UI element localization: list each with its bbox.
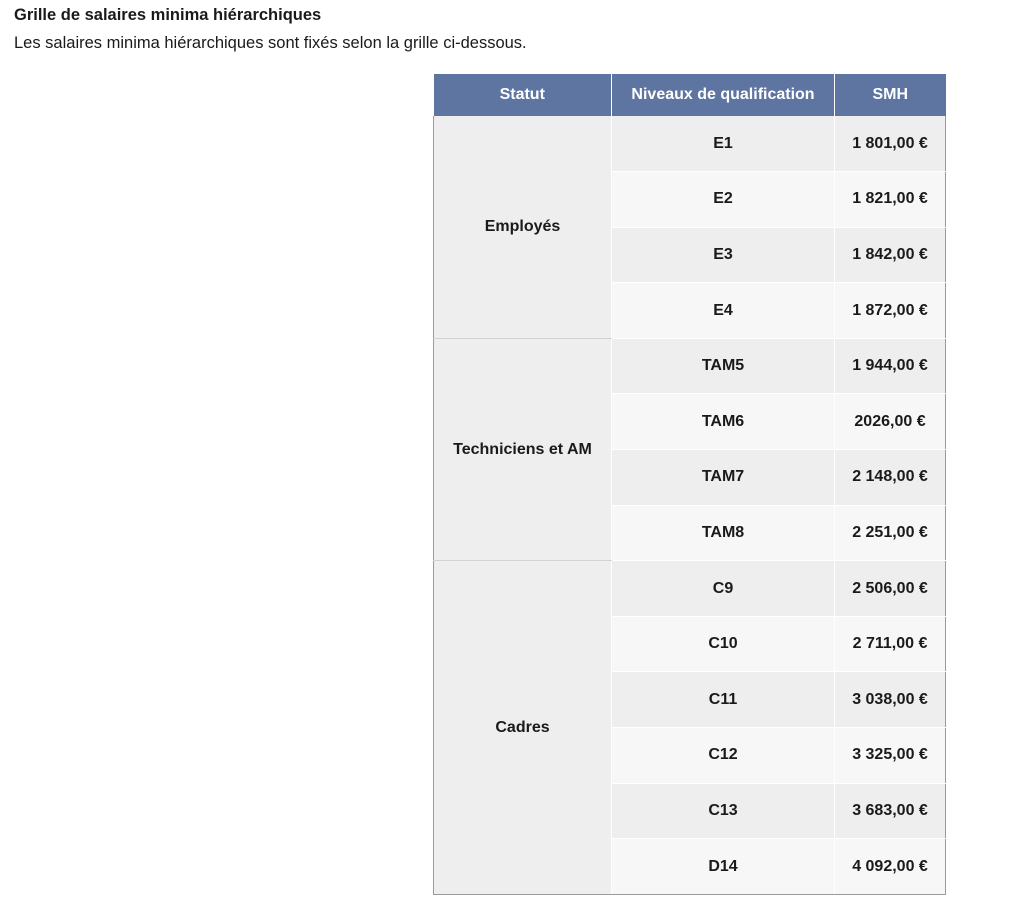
table-row: Cadres C9 2 506,00 € xyxy=(433,560,946,895)
niveau-cell: C13 xyxy=(611,783,835,840)
smh-cell: 1 944,00 € xyxy=(834,338,946,395)
niveau-cell: E3 xyxy=(611,227,835,284)
smh-cell: 3 325,00 € xyxy=(834,727,946,784)
salary-grid-table: Statut Niveaux de qualification SMH Empl… xyxy=(433,74,946,895)
smh-cell: 2026,00 € xyxy=(834,393,946,451)
statut-cell: Cadres xyxy=(433,560,612,895)
niveau-cell: D14 xyxy=(611,838,835,895)
table-row: Employés E1 1 801,00 € xyxy=(433,116,946,339)
niveau-cell: C10 xyxy=(611,616,835,673)
smh-cell: 2 711,00 € xyxy=(834,616,946,673)
smh-cell: 1 872,00 € xyxy=(834,282,946,339)
statut-cell: Employés xyxy=(433,116,612,339)
niveau-cell: C12 xyxy=(611,727,835,784)
niveau-cell: TAM8 xyxy=(611,505,835,562)
header-smh: SMH xyxy=(834,74,946,116)
table-header-row: Statut Niveaux de qualification SMH xyxy=(433,74,946,116)
statut-cell: Techniciens et AM xyxy=(433,338,612,562)
smh-cell: 4 092,00 € xyxy=(834,838,946,895)
smh-cell: 3 038,00 € xyxy=(834,671,946,729)
smh-cell: 1 801,00 € xyxy=(834,116,946,173)
header-statut: Statut xyxy=(433,74,612,116)
niveau-cell: TAM5 xyxy=(611,338,835,395)
niveau-cell: E1 xyxy=(611,116,835,173)
niveau-cell: E4 xyxy=(611,282,835,339)
page-title: Grille de salaires minima hiérarchiques xyxy=(14,6,322,24)
table-body: Employés E1 1 801,00 € E2 1 821,00 € E3 1 842,… xyxy=(433,116,946,895)
smh-cell: 2 148,00 € xyxy=(834,449,946,506)
smh-cell: 1 842,00 € xyxy=(834,227,946,284)
table-row: Techniciens et AM TAM5 1 944,00 € xyxy=(433,338,946,562)
niveau-cell: C9 xyxy=(611,560,835,617)
niveau-cell: TAM6 xyxy=(611,393,835,451)
niveau-cell: TAM7 xyxy=(611,449,835,506)
smh-cell: 3 683,00 € xyxy=(834,783,946,840)
smh-cell: 1 821,00 € xyxy=(834,171,946,228)
intro-text: Les salaires minima hiérarchiques sont f… xyxy=(14,34,527,52)
niveau-cell: C11 xyxy=(611,671,835,729)
smh-cell: 2 251,00 € xyxy=(834,505,946,562)
niveau-cell: E2 xyxy=(611,171,835,228)
header-niveau: Niveaux de qualification xyxy=(611,74,835,116)
smh-cell: 2 506,00 € xyxy=(834,560,946,617)
